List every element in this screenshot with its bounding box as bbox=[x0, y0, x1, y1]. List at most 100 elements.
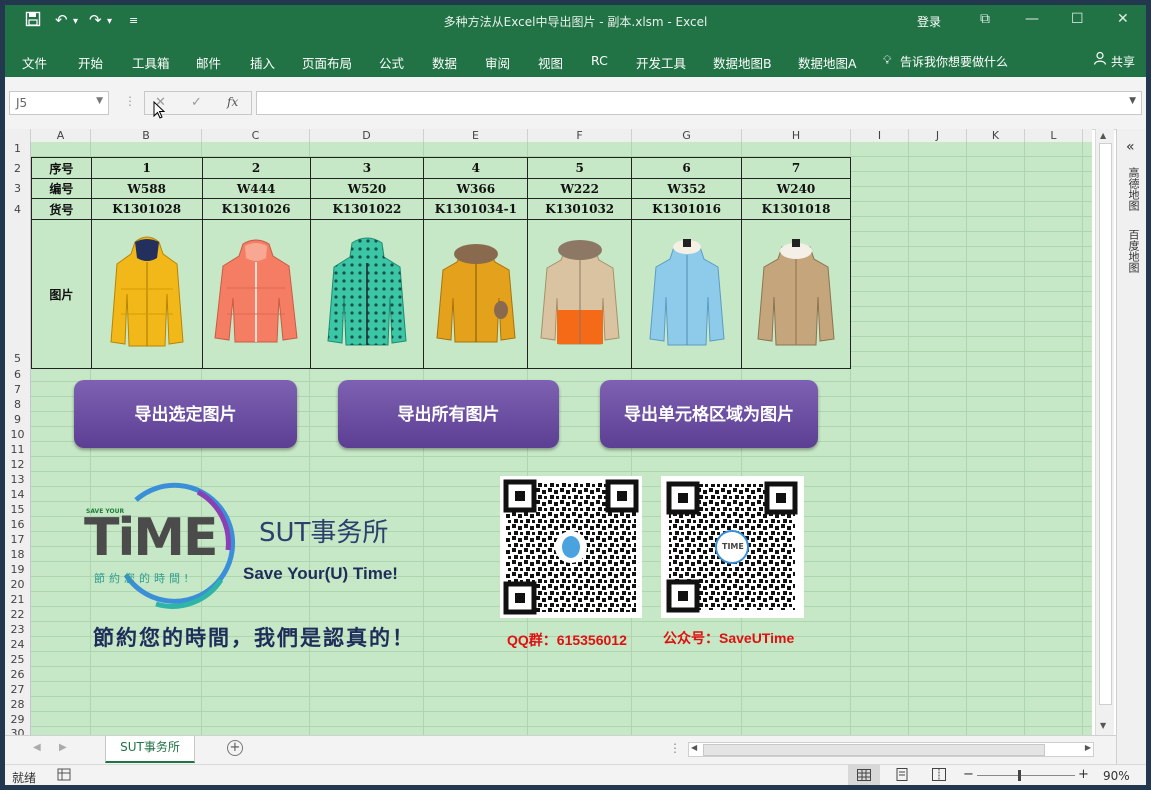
row-header[interactable]: 22 bbox=[5, 608, 30, 621]
column-header[interactable]: B bbox=[91, 129, 202, 142]
column-header[interactable]: E bbox=[424, 129, 528, 142]
pane-item-baidu-map[interactable]: 百度地图 bbox=[1125, 229, 1141, 273]
maximize-button[interactable]: ☐ bbox=[1071, 11, 1084, 27]
jacket-image[interactable] bbox=[423, 219, 529, 369]
column-header[interactable]: G bbox=[632, 129, 742, 142]
row-label[interactable]: 货号 bbox=[31, 198, 92, 220]
table-cell[interactable]: 2 bbox=[201, 157, 311, 179]
column-header[interactable]: H bbox=[742, 129, 851, 142]
table-cell[interactable]: K1301022 bbox=[309, 198, 425, 220]
zoom-out-icon[interactable]: − bbox=[963, 767, 974, 782]
zoom-level[interactable]: 90% bbox=[1103, 769, 1130, 783]
table-cell[interactable]: K1301018 bbox=[741, 198, 851, 220]
jacket-image[interactable] bbox=[309, 219, 425, 369]
row-header[interactable]: 26 bbox=[5, 668, 30, 681]
chevron-down-icon[interactable]: ▼ bbox=[96, 96, 103, 106]
table-cell[interactable]: W222 bbox=[527, 178, 633, 199]
row-header[interactable]: 23 bbox=[5, 623, 30, 636]
column-header[interactable]: I bbox=[851, 129, 909, 142]
worksheet-grid[interactable]: 序号 1 2 3 4 5 6 7 编号 W588 W444 W520 W366 … bbox=[31, 142, 1092, 735]
table-cell[interactable]: K1301034-1 bbox=[423, 198, 529, 220]
row-label[interactable]: 序号 bbox=[31, 157, 92, 179]
tab-data-map-a[interactable]: 数据地图A bbox=[798, 53, 857, 72]
tab-formulas[interactable]: 公式 bbox=[379, 53, 404, 72]
column-header[interactable]: J bbox=[909, 129, 967, 142]
minimize-button[interactable]: — bbox=[1025, 11, 1039, 27]
row-header[interactable]: 11 bbox=[5, 443, 30, 456]
tab-splitter-icon[interactable]: ⋮ bbox=[669, 741, 681, 755]
column-header[interactable]: A bbox=[31, 129, 91, 142]
row-header[interactable]: 2 bbox=[5, 162, 30, 175]
tab-page-layout[interactable]: 页面布局 bbox=[302, 53, 352, 72]
row-header[interactable]: 6 bbox=[5, 368, 30, 381]
expand-formula-icon[interactable]: ▼ bbox=[1129, 96, 1136, 106]
add-sheet-icon[interactable]: + bbox=[227, 740, 243, 756]
jacket-image[interactable] bbox=[90, 219, 203, 369]
prev-sheet-icon[interactable]: ◀ bbox=[33, 742, 41, 753]
zoom-in-icon[interactable]: + bbox=[1078, 767, 1089, 782]
more-options-icon[interactable]: ⋮ bbox=[124, 94, 136, 108]
row-header[interactable]: 12 bbox=[5, 458, 30, 471]
tab-mailings[interactable]: 邮件 bbox=[196, 53, 221, 72]
tab-insert[interactable]: 插入 bbox=[250, 53, 275, 72]
scroll-up-icon[interactable]: ▲ bbox=[1100, 131, 1106, 140]
pane-item-amap[interactable]: 高德地图 bbox=[1125, 167, 1141, 211]
macro-record-icon[interactable] bbox=[57, 768, 71, 784]
next-sheet-icon[interactable]: ▶ bbox=[59, 742, 67, 753]
column-header[interactable]: K bbox=[967, 129, 1025, 142]
table-cell[interactable]: K1301032 bbox=[527, 198, 633, 220]
tab-data-map-b[interactable]: 数据地图B bbox=[713, 53, 772, 72]
column-header[interactable]: D bbox=[310, 129, 424, 142]
jacket-image[interactable] bbox=[631, 219, 743, 369]
row-header[interactable]: 10 bbox=[5, 428, 30, 441]
tab-data[interactable]: 数据 bbox=[432, 53, 457, 72]
row-header[interactable]: 28 bbox=[5, 698, 30, 711]
zoom-slider-thumb[interactable] bbox=[1018, 770, 1021, 781]
tab-review[interactable]: 审阅 bbox=[485, 53, 510, 72]
horizontal-scroll-thumb[interactable] bbox=[703, 744, 1045, 756]
row-header[interactable]: 9 bbox=[5, 413, 30, 426]
sheet-tab-sut[interactable]: SUT事务所 bbox=[105, 736, 195, 763]
scroll-thumb[interactable] bbox=[1099, 143, 1112, 705]
row-header[interactable]: 18 bbox=[5, 548, 30, 561]
row-header[interactable]: 14 bbox=[5, 488, 30, 501]
table-cell[interactable]: 6 bbox=[631, 157, 743, 179]
table-cell[interactable]: W520 bbox=[309, 178, 425, 199]
row-header[interactable]: 15 bbox=[5, 503, 30, 516]
row-header[interactable]: 4 bbox=[5, 203, 30, 216]
collapse-pane-icon[interactable]: « bbox=[1126, 139, 1135, 155]
table-cell[interactable]: 1 bbox=[90, 157, 203, 179]
column-header[interactable]: L bbox=[1025, 129, 1083, 142]
table-cell[interactable]: K1301016 bbox=[631, 198, 743, 220]
name-box[interactable]: J5 ▼ bbox=[9, 91, 109, 115]
row-header[interactable]: 5 bbox=[5, 352, 30, 365]
horizontal-scrollbar[interactable]: ◀ ▶ bbox=[688, 742, 1094, 757]
row-header[interactable]: 29 bbox=[5, 713, 30, 726]
row-header[interactable]: 19 bbox=[5, 563, 30, 576]
table-cell[interactable]: K1301028 bbox=[90, 198, 203, 220]
ribbon-display-icon[interactable]: ⧉ bbox=[980, 11, 990, 27]
page-break-view-icon[interactable] bbox=[932, 768, 946, 784]
jacket-image[interactable] bbox=[741, 219, 851, 369]
page-layout-view-icon[interactable] bbox=[895, 768, 909, 784]
table-cell[interactable]: 5 bbox=[527, 157, 633, 179]
normal-view-button[interactable] bbox=[848, 765, 880, 785]
row-header[interactable]: 16 bbox=[5, 518, 30, 531]
formula-input[interactable]: ▼ bbox=[256, 91, 1142, 115]
row-label[interactable]: 图片 bbox=[31, 219, 92, 369]
table-cell[interactable]: 4 bbox=[423, 157, 529, 179]
enter-icon[interactable]: ✓ bbox=[191, 95, 202, 110]
table-cell[interactable]: W366 bbox=[423, 178, 529, 199]
zoom-slider[interactable] bbox=[977, 775, 1075, 776]
row-header[interactable]: 1 bbox=[5, 142, 30, 155]
tell-me-search[interactable]: 告诉我你想要做什么 bbox=[900, 53, 1008, 70]
jacket-image[interactable] bbox=[201, 219, 311, 369]
table-cell[interactable]: W240 bbox=[741, 178, 851, 199]
tab-developer[interactable]: 开发工具 bbox=[636, 53, 686, 72]
export-all-button[interactable]: 导出所有图片 bbox=[338, 380, 559, 448]
column-header[interactable]: C bbox=[202, 129, 310, 142]
row-header[interactable]: 25 bbox=[5, 653, 30, 666]
select-all-corner[interactable] bbox=[5, 129, 31, 142]
row-header[interactable]: 17 bbox=[5, 533, 30, 546]
export-range-button[interactable]: 导出单元格区域为图片 bbox=[600, 380, 818, 448]
